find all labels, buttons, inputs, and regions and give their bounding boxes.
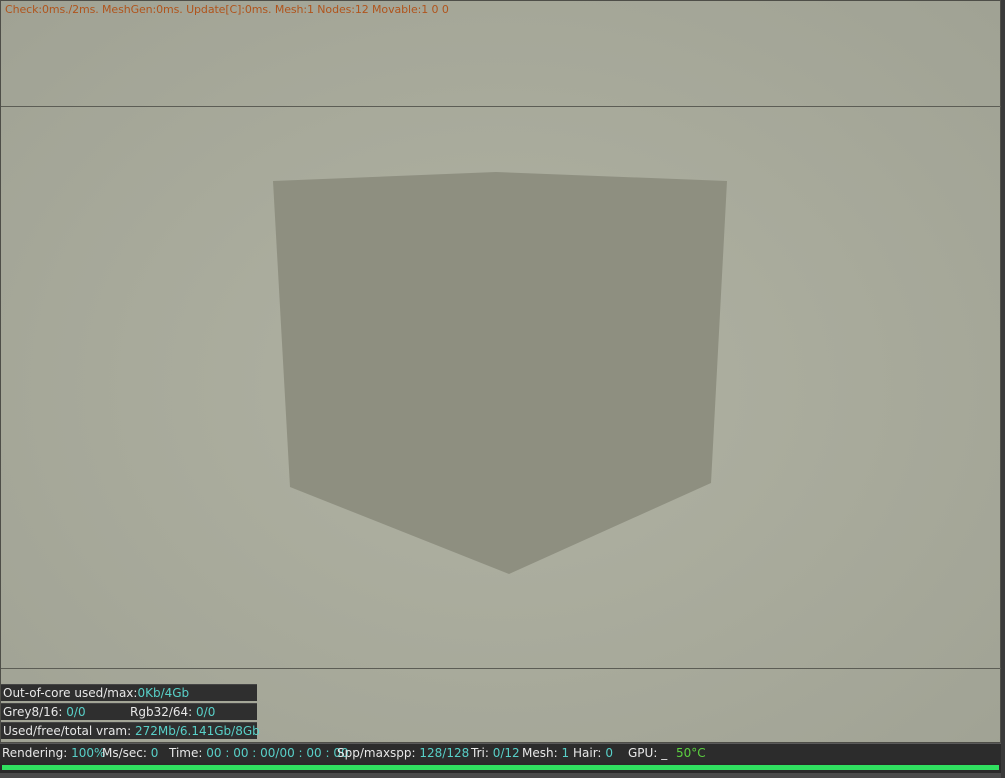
time-value: 00 : 00 : 00/00 : 00 : 00 bbox=[206, 746, 349, 760]
mesh-stat: Mesh: 1 bbox=[522, 744, 569, 762]
spp-stat: Spp/maxspp: 128/128 bbox=[337, 744, 469, 762]
ms-label: Ms/sec: bbox=[102, 746, 147, 760]
out-of-core-label: Out-of-core used/max: bbox=[3, 686, 138, 700]
time-label: Time: bbox=[169, 746, 203, 760]
time-stat: Time: 00 : 00 : 00/00 : 00 : 00 bbox=[169, 744, 349, 762]
cube-shape bbox=[273, 172, 727, 574]
grey-label: Grey8/16: bbox=[3, 705, 63, 719]
vram-value: 272Mb/6.141Gb/8Gb bbox=[134, 724, 260, 738]
hair-label: Hair: bbox=[573, 746, 602, 760]
texture-memory-row: Grey8/16: 0/0 Rgb32/64: 0/0 bbox=[1, 703, 257, 720]
grey-value: 0/0 bbox=[66, 705, 86, 719]
render-viewport[interactable]: Check:0ms./2ms. MeshGen:0ms. Update[C]:0… bbox=[0, 0, 1002, 744]
tri-value: 0/12 bbox=[492, 746, 520, 760]
gpu-stat: GPU: _ bbox=[628, 744, 667, 762]
hair-stat: Hair: 0 bbox=[573, 744, 613, 762]
ms-stat: Ms/sec: 0 bbox=[102, 744, 158, 762]
mesh-value: 1 bbox=[561, 746, 570, 760]
rgb-value: 0/0 bbox=[196, 705, 216, 719]
spp-label: Spp/maxspp: bbox=[337, 746, 416, 760]
vram-label: Used/free/total vram: bbox=[3, 724, 132, 738]
vram-row: Used/free/total vram: 272Mb/6.141Gb/8Gb bbox=[1, 722, 260, 739]
gpu-temperature: 50°C bbox=[676, 746, 706, 760]
mesh-label: Mesh: bbox=[522, 746, 558, 760]
spp-value: 128/128 bbox=[419, 746, 470, 760]
tri-label: Tri: bbox=[471, 746, 489, 760]
out-of-core-row: Out-of-core used/max:0Kb/4Gb bbox=[1, 684, 257, 701]
cube-mesh[interactable] bbox=[1, 1, 1002, 744]
tri-stat: Tri: 0/12 bbox=[471, 744, 520, 762]
rendering-stat: Rendering: 100% bbox=[2, 744, 105, 762]
gpu-label: GPU: bbox=[628, 746, 658, 760]
rendering-value: 100% bbox=[71, 746, 106, 760]
render-progress-bar bbox=[0, 763, 1001, 773]
render-progress-fill bbox=[2, 765, 999, 770]
render-status-bar: Rendering: 100% Ms/sec: 0 Time: 00 : 00 … bbox=[0, 743, 1001, 763]
rgb-group: Rgb32/64: 0/0 bbox=[130, 704, 215, 721]
gpu-value: _ bbox=[661, 746, 668, 760]
rgb-label: Rgb32/64: bbox=[130, 705, 193, 719]
hair-value: 0 bbox=[605, 746, 613, 760]
rendering-label: Rendering: bbox=[2, 746, 68, 760]
ms-value: 0 bbox=[150, 746, 159, 760]
out-of-core-value: 0Kb/4Gb bbox=[137, 686, 190, 700]
window-right-edge bbox=[1001, 0, 1005, 778]
